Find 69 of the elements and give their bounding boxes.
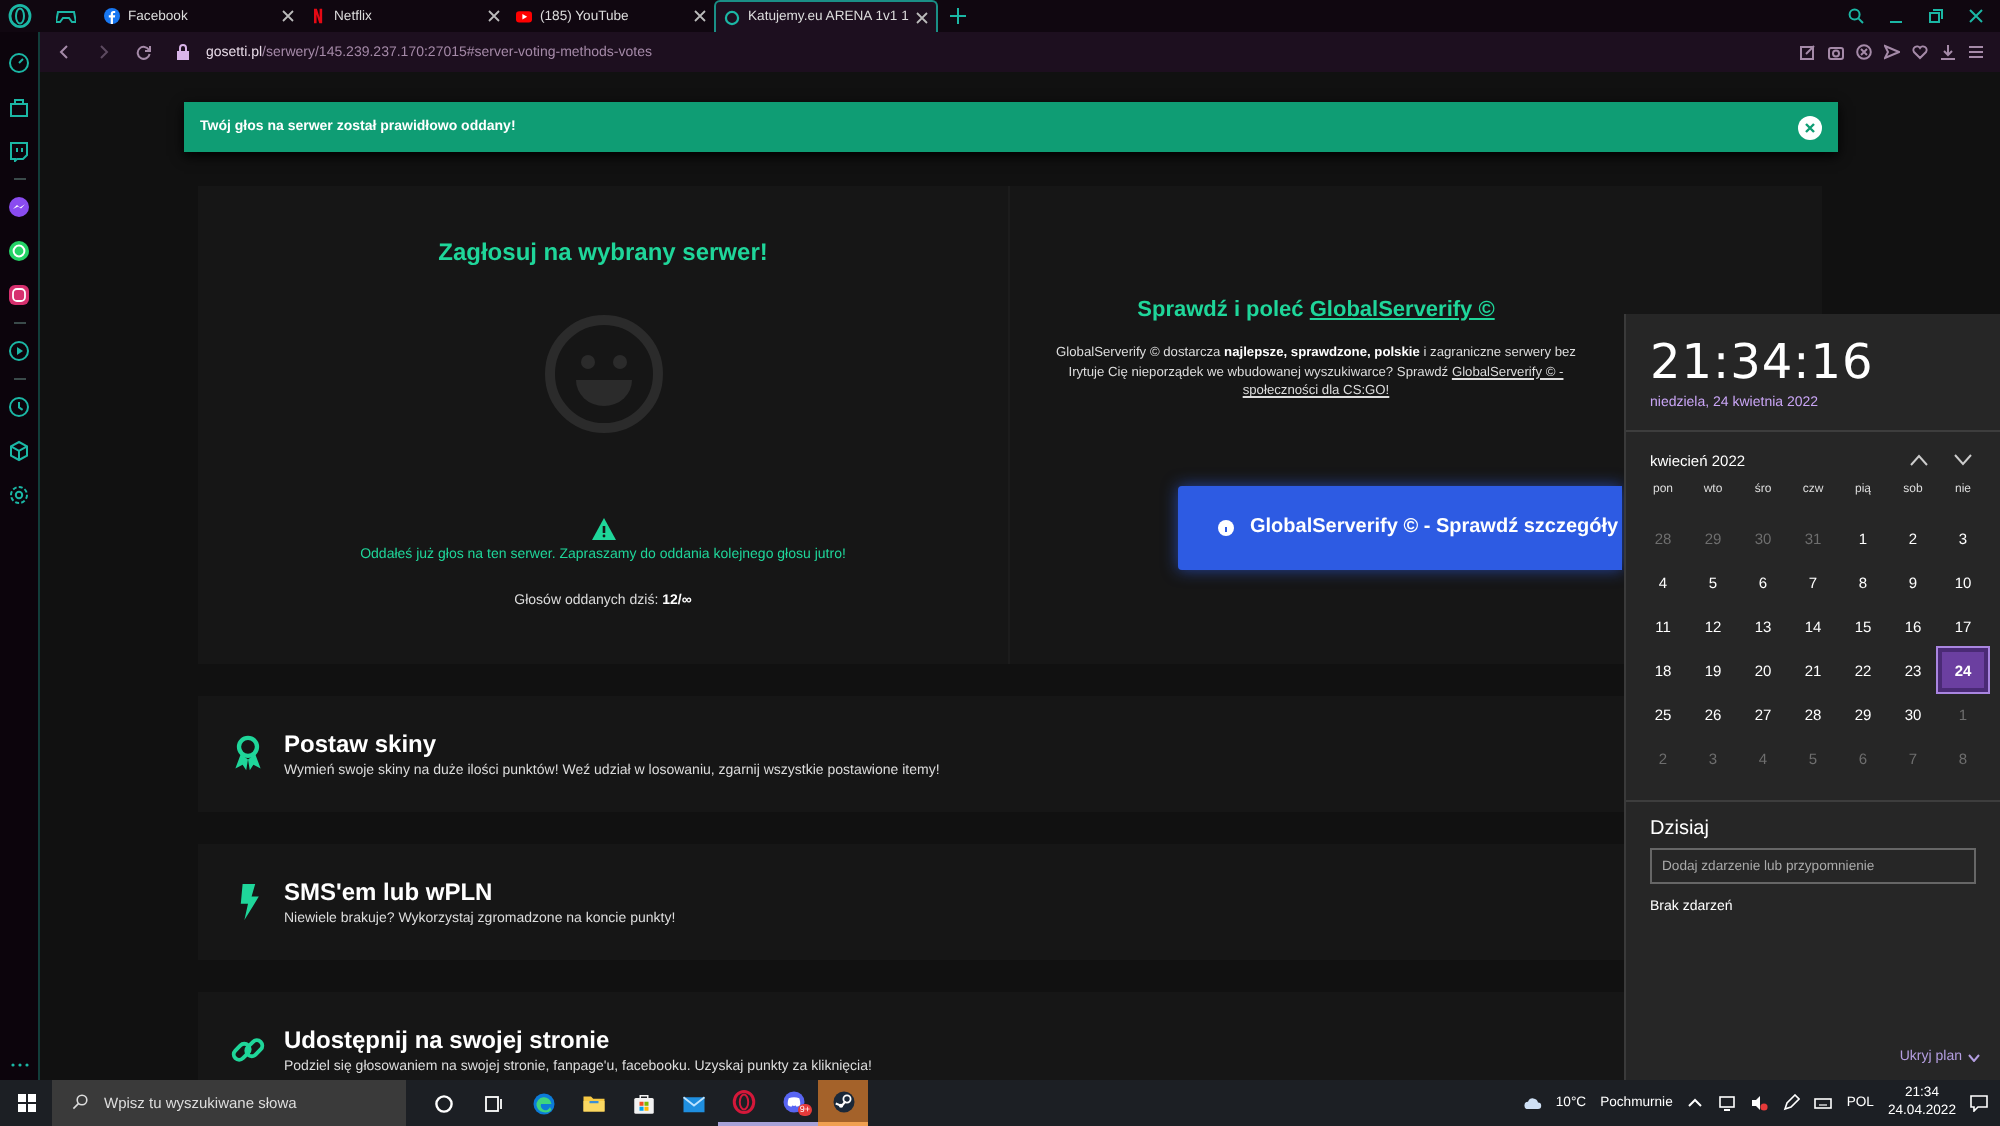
details-button[interactable]: GlobalServerify © - Sprawdź szczegóły (1178, 485, 1622, 570)
cube-icon[interactable] (8, 440, 30, 462)
speedometer-icon[interactable] (8, 52, 30, 74)
reload-icon[interactable] (136, 44, 152, 60)
netflix-icon (310, 8, 326, 24)
mail-icon[interactable] (681, 1091, 705, 1115)
bag-icon[interactable] (8, 96, 30, 118)
back-icon[interactable] (56, 44, 72, 60)
store-icon[interactable] (631, 1091, 655, 1115)
ring-icon (724, 9, 740, 25)
pen-icon[interactable] (1782, 1094, 1801, 1112)
section-heading: Sprawdź i poleć GlobalServerify © (1137, 298, 1495, 322)
cortana-icon[interactable] (429, 1093, 457, 1113)
warning-icon (591, 518, 615, 540)
search-icon[interactable] (1848, 8, 1864, 24)
restore-icon[interactable] (1928, 8, 1944, 24)
more-icon[interactable] (10, 1062, 30, 1068)
close-icon[interactable] (1968, 8, 1984, 24)
player-icon[interactable] (8, 340, 30, 362)
discord-icon[interactable] (781, 1089, 805, 1113)
settings-icon[interactable] (8, 484, 30, 506)
close-icon[interactable] (694, 10, 706, 22)
feature-title: Udostępnij na swojej stronie (284, 1026, 612, 1054)
download-icon[interactable] (1940, 44, 1956, 60)
browser-logo-icon[interactable] (8, 4, 32, 28)
panel-title: Zagłosuj na wybrany serwer! (438, 238, 768, 266)
cloud-icon[interactable] (1523, 1094, 1542, 1112)
feature-title: Postaw skiny (284, 730, 439, 758)
close-icon (1804, 121, 1816, 133)
gamepad-icon[interactable] (56, 6, 76, 26)
chevron-up-icon (1909, 454, 1927, 466)
camera-icon[interactable] (1828, 44, 1844, 60)
twitch-icon[interactable] (8, 140, 30, 162)
play-button-icon (516, 8, 532, 24)
info-icon (1218, 519, 1234, 536)
notification-icon[interactable] (1970, 1094, 1988, 1112)
chevron-up-icon[interactable] (1686, 1094, 1705, 1112)
close-icon[interactable] (282, 10, 294, 22)
messenger-icon[interactable] (8, 196, 30, 218)
edge-icon[interactable] (531, 1091, 555, 1115)
keyboard-icon[interactable] (1814, 1094, 1833, 1112)
network-icon[interactable] (1718, 1094, 1737, 1112)
task-view-icon[interactable] (479, 1093, 507, 1113)
block-icon[interactable] (1856, 44, 1872, 60)
steam-icon[interactable] (831, 1089, 855, 1113)
feature-title: SMS'em lub wPLN (284, 878, 495, 906)
menu-icon[interactable] (1968, 44, 1984, 60)
close-icon[interactable] (916, 11, 929, 23)
new-tab-icon[interactable] (950, 8, 967, 24)
edit-icon[interactable] (1800, 44, 1816, 60)
history-icon[interactable] (8, 396, 30, 418)
lock-icon (176, 44, 190, 60)
chevron-down-icon (1968, 1053, 1980, 1061)
muted-speaker-icon[interactable] (1750, 1094, 1769, 1112)
agenda-title: Dzisiaj (1648, 816, 1711, 840)
heart-icon[interactable] (1912, 44, 1928, 60)
chevron-down-icon (1953, 454, 1971, 466)
facebook-icon (104, 8, 120, 24)
link[interactable]: GlobalServerify © (1309, 298, 1495, 322)
close-button[interactable] (1798, 115, 1822, 139)
close-icon[interactable] (488, 10, 500, 22)
clock-time: 21:34:16 (1648, 332, 1876, 390)
opera-icon[interactable] (731, 1089, 755, 1113)
windows-logo-icon[interactable] (17, 1094, 35, 1112)
instagram-icon[interactable] (8, 284, 30, 306)
send-icon[interactable] (1884, 44, 1900, 60)
whatsapp-icon[interactable] (8, 240, 30, 262)
folder-icon[interactable] (581, 1091, 605, 1115)
award-icon (230, 734, 266, 774)
